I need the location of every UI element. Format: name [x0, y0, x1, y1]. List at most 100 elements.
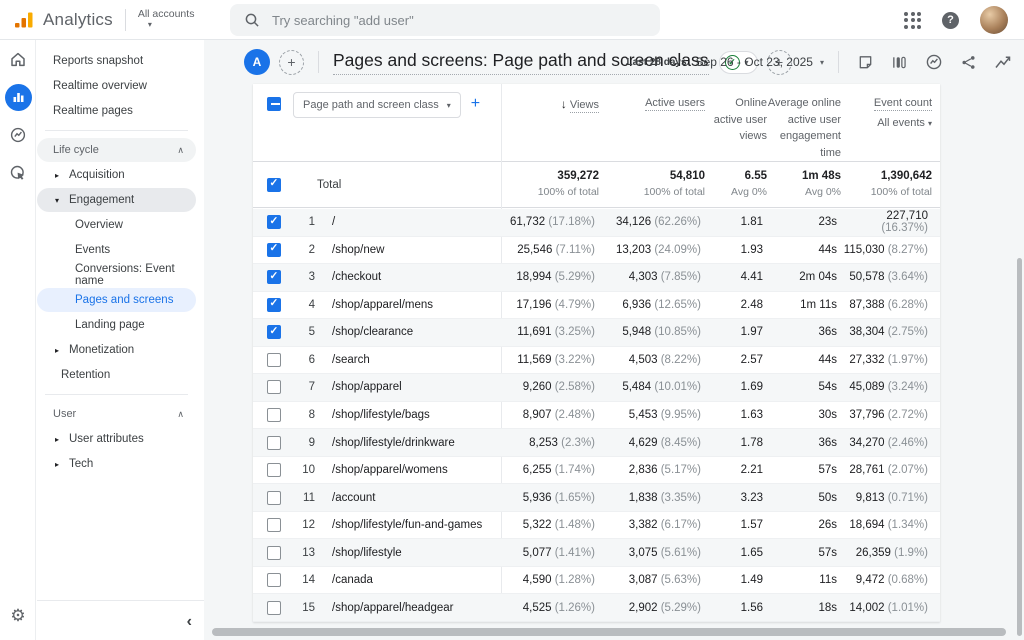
row-rank: 2	[293, 244, 315, 256]
column-header-event-count[interactable]: Event count All events ▾	[841, 84, 944, 161]
avatar[interactable]	[980, 6, 1008, 34]
insights-icon[interactable]	[925, 53, 943, 71]
event-count-filter[interactable]: All events ▾	[841, 115, 932, 132]
row-page-path[interactable]: /shop/apparel/mens	[315, 299, 497, 311]
row-checkbox[interactable]	[267, 463, 281, 477]
sidebar: Reports snapshotRealtime overviewRealtim…	[37, 40, 204, 640]
sidebar-item-retention[interactable]: Retention	[37, 363, 196, 387]
property-chip[interactable]: A	[244, 49, 270, 75]
row-page-path[interactable]: /shop/apparel/headgear	[315, 602, 497, 614]
row-checkbox[interactable]	[267, 436, 281, 450]
sidebar-item-user-attributes[interactable]: ▸User attributes	[37, 427, 196, 451]
row-avg-time: 1m 11s	[763, 299, 837, 311]
sidebar-item-events[interactable]: Events	[37, 238, 196, 262]
date-range-picker[interactable]: Sep 26 - Oct 23, 2025 ▾	[696, 55, 824, 69]
row-page-path[interactable]: /shop/apparel	[315, 381, 497, 393]
row-page-path[interactable]: /shop/lifestyle/bags	[315, 409, 497, 421]
share-icon[interactable]	[960, 54, 977, 71]
row-page-path[interactable]: /	[315, 216, 497, 228]
home-icon[interactable]	[0, 40, 36, 78]
row-checkbox[interactable]	[267, 215, 281, 229]
column-header-avg-engagement-time[interactable]: Average online active user engagement ti…	[767, 84, 841, 161]
sidebar-item-realtime-overview[interactable]: Realtime overview	[37, 74, 196, 98]
row-checkbox[interactable]	[267, 601, 281, 615]
sidebar-item-reports-snapshot[interactable]: Reports snapshot	[37, 49, 196, 73]
row-page-path[interactable]: /search	[315, 354, 497, 366]
row-rank: 4	[293, 299, 315, 311]
row-checkbox[interactable]	[267, 380, 281, 394]
row-checkbox[interactable]	[267, 325, 281, 339]
row-rank: 12	[293, 519, 315, 531]
row-page-path[interactable]: /shop/lifestyle	[315, 547, 497, 559]
row-event-count: 14,002	[849, 602, 884, 614]
row-page-path[interactable]: /account	[315, 492, 497, 504]
sidebar-item-realtime-pages[interactable]: Realtime pages	[37, 99, 196, 123]
customize-report-icon[interactable]	[994, 53, 1012, 71]
comparisons-icon[interactable]	[891, 54, 908, 71]
notes-icon[interactable]	[857, 54, 874, 71]
sidebar-item-landing-page[interactable]: Landing page	[37, 313, 196, 337]
row-page-path[interactable]: /shop/lifestyle/fun-and-games	[315, 519, 497, 531]
row-event-count: 28,761	[849, 464, 884, 476]
row-event-count-pct: (1.01%)	[888, 602, 928, 614]
sidebar-item-engagement[interactable]: ▾Engagement	[37, 188, 196, 212]
advertising-icon[interactable]	[0, 154, 36, 192]
account-switcher[interactable]: All accounts ▾	[138, 9, 195, 29]
row-event-count-pct: (2.07%)	[888, 464, 928, 476]
sidebar-section-life-cycle[interactable]: Life cycle∧	[37, 138, 196, 162]
table-body: 1 / 61,732 (17.18%) 34,126 (62.26%) 1.81…	[253, 209, 940, 622]
row-checkbox[interactable]	[267, 243, 281, 257]
row-active-users: 5,453	[629, 409, 658, 421]
row-views-pct: (2.58%)	[555, 381, 595, 393]
row-rank: 6	[293, 354, 315, 366]
sidebar-nav: Reports snapshotRealtime overviewRealtim…	[37, 49, 204, 476]
explore-icon[interactable]	[0, 116, 36, 154]
row-checkbox[interactable]	[267, 298, 281, 312]
row-checkbox[interactable]	[267, 353, 281, 367]
apps-grid-icon[interactable]	[904, 12, 921, 29]
row-page-path[interactable]: /shop/new	[315, 244, 497, 256]
sidebar-item-acquisition[interactable]: ▸Acquisition	[37, 163, 196, 187]
admin-gear-icon[interactable]: ⚙	[0, 606, 36, 626]
select-all-checkbox[interactable]	[267, 97, 281, 111]
row-rank: 1	[293, 216, 315, 228]
add-dimension-button[interactable]: +	[471, 95, 480, 113]
row-page-path[interactable]: /shop/apparel/womens	[315, 464, 497, 476]
row-online-views: 1.93	[701, 244, 763, 256]
row-views: 11,569	[517, 354, 551, 366]
row-checkbox[interactable]	[267, 518, 281, 532]
row-page-path[interactable]: /checkout	[315, 271, 497, 283]
row-active-users-pct: (5.63%)	[661, 574, 701, 586]
row-checkbox[interactable]	[267, 491, 281, 505]
dimension-selector[interactable]: Page path and screen class ▾	[293, 92, 461, 118]
collapse-sidebar-icon[interactable]: ‹	[187, 614, 192, 630]
row-avg-time: 50s	[763, 492, 837, 504]
row-page-path[interactable]: /shop/clearance	[315, 326, 497, 338]
row-event-count-pct: (2.72%)	[888, 409, 928, 421]
sidebar-item-overview[interactable]: Overview	[37, 213, 196, 237]
add-comparison-button[interactable]: +	[279, 50, 304, 75]
sidebar-item-tech[interactable]: ▸Tech	[37, 452, 196, 476]
sidebar-item-monetization[interactable]: ▸Monetization	[37, 338, 196, 362]
column-header-online-active-user-views[interactable]: Online active user views	[705, 84, 767, 161]
row-event-count: 115,030	[844, 244, 885, 256]
total-checkbox[interactable]	[267, 178, 281, 192]
sidebar-item-pages-and-screens[interactable]: Pages and screens	[37, 288, 196, 312]
row-checkbox[interactable]	[267, 573, 281, 587]
row-checkbox[interactable]	[267, 270, 281, 284]
sidebar-item-conversions-event-name[interactable]: Conversions: Event name	[37, 263, 196, 287]
column-header-active-users[interactable]: Active users	[599, 84, 705, 161]
search-input[interactable]: Try searching "add user"	[230, 4, 660, 36]
row-page-path[interactable]: /shop/lifestyle/drinkware	[315, 437, 497, 449]
reports-icon[interactable]	[0, 78, 36, 116]
sidebar-section-user[interactable]: User∧	[37, 402, 196, 426]
vertical-scrollbar[interactable]	[1017, 258, 1022, 636]
horizontal-scrollbar[interactable]	[212, 628, 1006, 636]
chevron-down-icon: ▾	[55, 196, 69, 205]
column-header-views[interactable]: ↓Views	[501, 84, 599, 161]
analytics-logo[interactable]: Analytics	[0, 10, 113, 30]
row-page-path[interactable]: /canada	[315, 574, 497, 586]
row-checkbox[interactable]	[267, 546, 281, 560]
row-checkbox[interactable]	[267, 408, 281, 422]
help-icon[interactable]: ?	[942, 12, 959, 29]
